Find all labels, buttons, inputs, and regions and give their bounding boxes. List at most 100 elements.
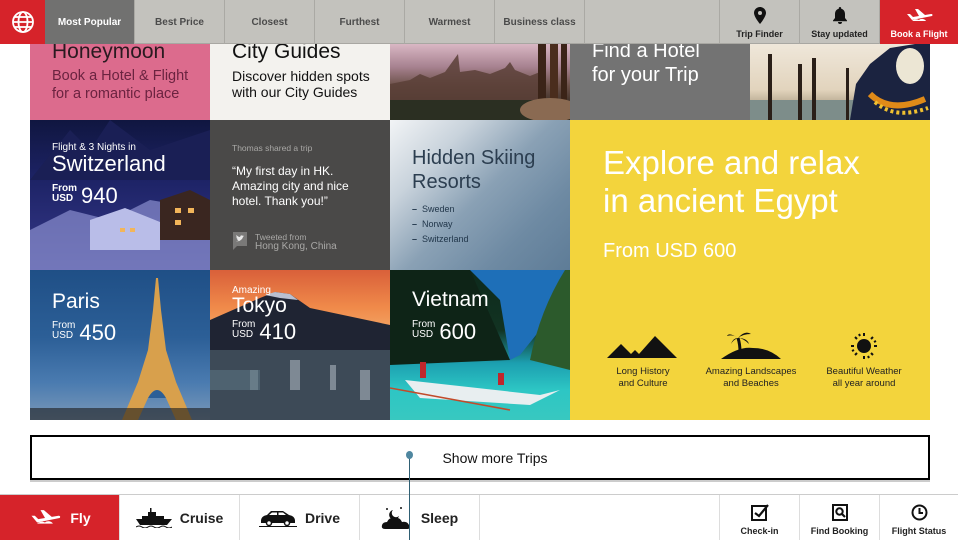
tweet-quote-line-2: Amazing city and nice: [232, 179, 349, 193]
switzerland-price-value: 940: [81, 183, 118, 208]
flight-status-button[interactable]: Flight Status: [880, 495, 958, 540]
top-nav-bar: Most Popular Best Price Closest Furthest…: [0, 0, 958, 44]
bottombar-spacer: [480, 495, 720, 540]
clock-icon: [911, 504, 927, 521]
mode-sleep-button[interactable]: Sleep: [360, 495, 480, 540]
tile-switzerland[interactable]: Flight & 3 Nights in Switzerland From USD…: [30, 120, 210, 270]
paris-title: Paris: [52, 290, 100, 313]
tile-tweet[interactable]: Thomas shared a trip “My first day in HK…: [210, 120, 390, 270]
egypt-feature: Amazing Landscapes and Beaches: [696, 330, 806, 390]
venice-mask-image: [750, 44, 930, 120]
city-guides-subtitle-line-1: Discover hidden spots: [232, 68, 370, 84]
tweet-quote-line-1: “My first day in HK.: [232, 164, 334, 178]
honeymoon-title: Honeymoon: [52, 44, 166, 63]
tokyo-price-value: 410: [259, 319, 297, 344]
egypt-title: Explore and relax in ancient Egypt: [603, 144, 860, 220]
city-guides-title: City Guides: [232, 44, 341, 63]
tile-find-hotel[interactable]: Find a Hotel for your Trip: [570, 44, 750, 120]
mode-cruise-button[interactable]: Cruise: [120, 495, 240, 540]
app: Most Popular Best Price Closest Furthest…: [0, 0, 958, 540]
flight-status-label: Flight Status: [891, 526, 947, 536]
bell-icon: [832, 7, 847, 24]
tweet-author: Thomas shared a trip: [232, 143, 313, 153]
globe-icon: [11, 11, 34, 33]
home-logo-button[interactable]: [0, 0, 45, 44]
switzerland-title: Switzerland: [52, 151, 166, 176]
plane-icon: [907, 9, 933, 21]
find-hotel-line-1: Find a Hotel: [592, 44, 700, 62]
honeymoon-subtitle-line-2: for a romantic place: [52, 86, 180, 102]
ship-icon: [135, 508, 172, 528]
tile-honeymoon[interactable]: Honeymoon Book a Hotel & Flight for a ro…: [30, 44, 210, 120]
skiing-title: Hidden Skiing Resorts: [412, 146, 535, 194]
tab-business-class[interactable]: Business class: [495, 0, 585, 44]
skiing-title-line-2: Resorts: [412, 171, 481, 193]
stay-updated-label: Stay updated: [811, 29, 868, 39]
tile-city-photo[interactable]: [390, 44, 570, 120]
city-skyline-image: [390, 44, 570, 120]
tab-best-price[interactable]: Best Price: [135, 0, 225, 44]
vietnam-price-unit: From USD: [412, 319, 436, 340]
paris-price-unit: From USD: [52, 320, 76, 341]
skiing-title-line-1: Hidden Skiing: [412, 147, 536, 169]
show-more-trips-label: Show more Trips: [442, 449, 548, 466]
book-a-flight-label: Book a Flight: [890, 29, 948, 39]
book-a-flight-button[interactable]: Book a Flight: [880, 0, 958, 44]
switzerland-price: From USD 940: [52, 184, 118, 207]
map-pin-icon: [753, 7, 766, 24]
tweet-quote-line-3: hotel. Thank you!”: [232, 194, 328, 208]
find-booking-button[interactable]: Find Booking: [800, 495, 880, 540]
paris-price-value: 450: [79, 320, 117, 345]
mode-fly-button[interactable]: Fly: [0, 495, 120, 540]
pyramids-icon: [607, 336, 677, 358]
trip-finder-label: Trip Finder: [736, 29, 783, 39]
find-hotel-line-2: for your Trip: [592, 64, 699, 86]
sun-icon: [851, 333, 877, 359]
vietnam-price: From USD 600: [412, 320, 476, 343]
palm-island-icon: [721, 332, 781, 359]
vietnam-price-value: 600: [439, 319, 477, 344]
mode-drive-button[interactable]: Drive: [240, 495, 360, 540]
egypt-feature: Beautiful Weather all year around: [809, 332, 919, 390]
stay-updated-button[interactable]: Stay updated: [800, 0, 880, 44]
tile-egypt[interactable]: Explore and relax in ancient Egypt From …: [570, 120, 930, 420]
check-in-button[interactable]: Check-in: [720, 495, 800, 540]
checkbox-icon: [750, 504, 769, 521]
moon-cloud-icon: [381, 507, 410, 529]
scroll-indicator-line: [409, 455, 410, 540]
tab-most-popular[interactable]: Most Popular: [45, 0, 135, 44]
find-booking-label: Find Booking: [810, 526, 869, 536]
mode-cruise-label: Cruise: [179, 510, 224, 526]
paris-price: From USD 450: [52, 321, 116, 344]
show-more-trips-button[interactable]: Show more Trips: [30, 435, 930, 480]
search-doc-icon: [831, 504, 848, 521]
tokyo-title: Tokyo: [232, 294, 287, 317]
tile-skiing[interactable]: Hidden Skiing Resorts – Sweden – Norway …: [390, 120, 570, 270]
tile-paris[interactable]: Paris From USD 450: [30, 270, 210, 420]
trip-finder-button[interactable]: Trip Finder: [720, 0, 800, 44]
tile-city-guides[interactable]: City Guides Discover hidden spots with o…: [210, 44, 390, 120]
mode-fly-label: Fly: [70, 510, 91, 526]
skiing-list-item: – Sweden: [412, 204, 455, 214]
tab-furthest[interactable]: Furthest: [315, 0, 405, 44]
scroll-indicator-dot[interactable]: [406, 451, 413, 459]
city-guides-subtitle: Discover hidden spots with our City Guid…: [232, 68, 370, 100]
skiing-list-item: – Norway: [412, 219, 453, 229]
plane-icon: [31, 510, 61, 524]
tile-venice-photo[interactable]: [750, 44, 930, 120]
bottom-nav-bar: Fly Cruise Drive Sleep Check-in Find Boo…: [0, 494, 958, 540]
tile-vietnam[interactable]: Vietnam From USD 600: [390, 270, 570, 420]
tweet-location: Hong Kong, China: [255, 241, 337, 252]
tile-tokyo[interactable]: Amazing Tokyo From USD 410: [210, 270, 390, 420]
egypt-feature: Long History and Culture: [588, 334, 698, 390]
tweet-quote: “My first day in HK. Amazing city and ni…: [232, 164, 349, 209]
tab-warmest[interactable]: Warmest: [405, 0, 495, 44]
egypt-title-line-1: Explore and relax: [603, 144, 860, 181]
tab-closest[interactable]: Closest: [225, 0, 315, 44]
skiing-list: – Sweden – Norway – Switzerland: [412, 202, 469, 247]
mode-drive-label: Drive: [304, 510, 341, 526]
skiing-list-item: – Switzerland: [412, 234, 469, 244]
honeymoon-subtitle-line-1: Book a Hotel & Flight: [52, 68, 189, 84]
mode-sleep-label: Sleep: [420, 510, 459, 526]
egypt-price: From USD 600: [603, 240, 737, 262]
